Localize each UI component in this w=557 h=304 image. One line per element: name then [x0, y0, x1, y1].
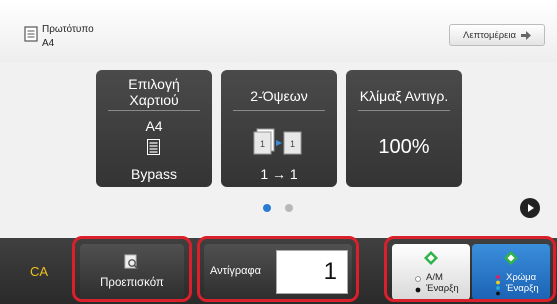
start-diamond-icon [424, 251, 438, 265]
original-label: Πρωτότυπο [42, 24, 94, 35]
paper-title-text: Επιλογή Χαρτιού [128, 76, 180, 108]
bw-start-line1: Α/Μ [426, 272, 443, 283]
paper-size: A4 [145, 118, 163, 134]
color-start-line1: Χρώμα [506, 272, 537, 283]
bw-start-text: Α/Μ Έναρξη [426, 272, 459, 294]
play-icon [528, 204, 534, 212]
duplex-value: 1 → 1 [260, 166, 298, 182]
bw-bullet-icon [415, 276, 421, 293]
clear-all-button[interactable]: CA [0, 238, 78, 304]
next-page-button[interactable] [520, 198, 540, 218]
duplex-tile[interactable]: 2-Όψεων 1 1 1 → 1 [221, 70, 337, 187]
main-panel: Επιλογή Χαρτιού A4 Bypass 2-Όψεων 1 1 1 … [0, 62, 557, 238]
duplex-icon: 1 1 [253, 128, 302, 155]
details-button[interactable]: Λεπτομέρεια [449, 24, 545, 46]
details-label: Λεπτομέρεια [463, 29, 516, 41]
copy-ratio-tile[interactable]: Κλίμαξ Αντιγρ. 100% [346, 70, 462, 187]
color-start-text: Χρώμα Έναρξη [506, 272, 539, 294]
bw-start-line2: Έναρξη [426, 283, 459, 294]
copies-label: Αντίγραφα [210, 265, 262, 277]
preview-button[interactable]: Προεπισκόπ [80, 244, 184, 300]
copy-ratio-title: Κλίμαξ Αντιγρ. [359, 88, 449, 104]
paper-select-tile[interactable]: Επιλογή Χαρτιού A4 Bypass [96, 70, 212, 187]
clear-all-label: CA [29, 263, 49, 279]
copies-control: Αντίγραφα 1 [204, 244, 352, 300]
preview-label: Προεπισκόπ [100, 277, 164, 289]
paper-select-title: Επιλογή Χαρτιού [96, 76, 212, 108]
paper-tray-name: Bypass [131, 166, 177, 182]
duplex-title: 2-Όψεων [250, 88, 308, 104]
preview-icon [124, 254, 139, 270]
copy-screen: Πρωτότυπο A4 Λεπτομέρεια Επιλογή Χαρτιού… [0, 0, 557, 304]
divider [108, 110, 200, 111]
color-start-line2: Έναρξη [506, 283, 539, 294]
copy-ratio-value: 100% [378, 136, 430, 158]
bw-start-button[interactable]: Α/Μ Έναρξη [392, 244, 470, 300]
color-bullet-icon [496, 275, 500, 296]
svg-text:1: 1 [260, 139, 265, 149]
bottom-bar: CA Προεπισκόπ Αντίγραφα 1 Α/Μ Έναρξη Χρώ… [0, 238, 557, 304]
paper-tray-icon [147, 139, 160, 155]
svg-text:1: 1 [290, 139, 295, 149]
top-bar: Πρωτότυπο A4 Λεπτομέρεια [0, 0, 557, 62]
document-icon [24, 26, 38, 42]
start-diamond-icon [504, 251, 518, 265]
page-dot[interactable] [285, 204, 293, 212]
color-start-button[interactable]: Χρώμα Έναρξη [472, 244, 550, 300]
page-dot-active[interactable] [263, 204, 271, 212]
arrow-right-icon [521, 30, 531, 40]
divider [233, 110, 325, 111]
copies-input[interactable]: 1 [276, 250, 348, 294]
divider [358, 110, 450, 111]
original-size: A4 [42, 38, 55, 49]
